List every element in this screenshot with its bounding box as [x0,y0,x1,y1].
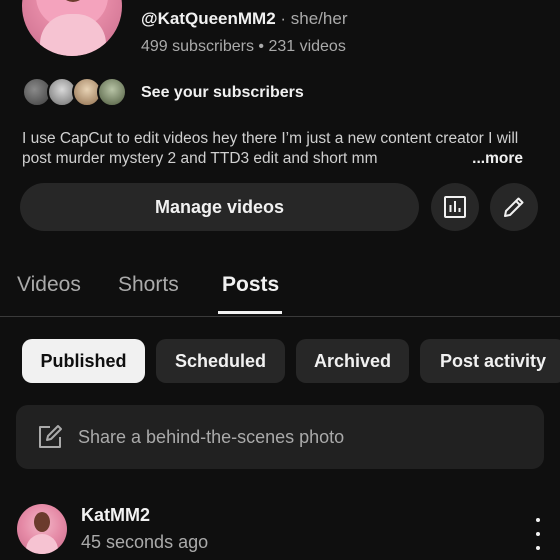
manage-videos-button[interactable]: Manage videos [20,183,419,231]
avatar-shirt [26,534,58,554]
avatar-face [34,512,50,532]
edit-image-icon [39,425,62,448]
more-vert-icon[interactable] [526,514,550,554]
post-author-name[interactable]: KatMM2 [81,505,150,526]
channel-description[interactable]: I use CapCut to edit videos hey there I’… [22,129,547,169]
composer-placeholder: Share a behind-the-scenes photo [78,426,345,447]
channel-description-text: I use CapCut to edit videos hey there I’… [22,130,519,167]
analytics-icon [444,196,466,218]
menu-dot [536,532,540,536]
menu-dot [536,518,540,522]
edit-pencil-icon [504,197,524,217]
tab-posts[interactable]: Posts [222,273,279,297]
post-author-avatar[interactable] [17,504,67,554]
tab-shorts[interactable]: Shorts [118,273,179,297]
see-subscribers-link[interactable]: See your subscribers [141,84,304,102]
edit-channel-button[interactable] [490,183,538,231]
post-composer[interactable]: Share a behind-the-scenes photo [16,405,544,469]
channel-handle-row: @KatQueenMM2 · she/her [141,9,347,29]
menu-dot [536,546,540,550]
tabs-divider [0,316,560,317]
tab-videos[interactable]: Videos [17,273,81,297]
more-link[interactable]: ...more [448,149,523,169]
channel-avatar[interactable] [22,0,122,56]
analytics-button[interactable] [431,183,479,231]
channel-handle: @KatQueenMM2 [141,9,276,28]
active-tab-indicator [218,311,282,314]
subscriber-avatar[interactable] [97,77,127,107]
channel-pronouns: · she/her [280,9,348,28]
post-timestamp: 45 seconds ago [81,532,209,552]
chip-scheduled[interactable]: Scheduled [156,339,285,383]
chip-published[interactable]: Published [22,339,145,383]
chip-post-activity[interactable]: Post activity [420,339,560,383]
chip-archived[interactable]: Archived [296,339,409,383]
channel-stats: 499 subscribers • 231 videos [141,38,346,55]
